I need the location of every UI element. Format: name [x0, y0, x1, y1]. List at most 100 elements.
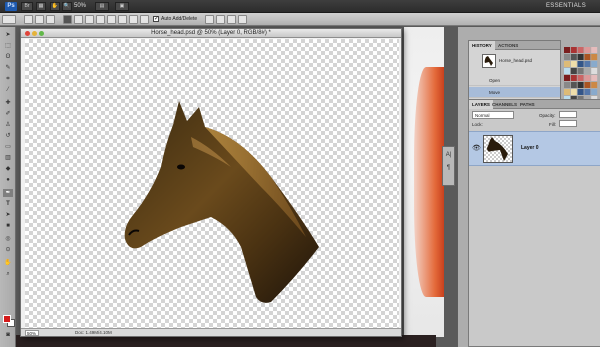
type-tool-icon[interactable]: T — [3, 200, 13, 208]
color-swatch[interactable] — [577, 68, 584, 74]
3d-rotate-tool-icon[interactable]: ◎ — [3, 235, 13, 243]
zoom-tool-icon[interactable]: ⌕ — [3, 270, 13, 278]
history-state-open[interactable]: Open — [469, 75, 560, 86]
view-extras-button[interactable]: ▦ — [36, 2, 46, 11]
shape-tool-icon[interactable]: ■ — [3, 222, 13, 230]
color-swatch[interactable] — [591, 54, 598, 60]
blend-mode-select[interactable]: Normal — [472, 111, 514, 119]
fill-pixels-button[interactable] — [46, 15, 55, 24]
color-swatch[interactable] — [591, 89, 598, 95]
color-swatch[interactable] — [570, 82, 577, 88]
3d-orbit-tool-icon[interactable]: ⊙ — [3, 246, 13, 254]
marquee-tool-icon[interactable]: ⬚ — [3, 42, 13, 50]
color-swatch[interactable] — [570, 54, 577, 60]
tab-actions[interactable]: ACTIONS — [495, 41, 521, 50]
color-swatch[interactable] — [564, 82, 570, 88]
tab-history[interactable]: HISTORY — [469, 41, 495, 50]
tab-channels[interactable]: CHANNELS — [489, 100, 520, 109]
hand-tool-icon[interactable]: ✋ — [3, 259, 13, 267]
color-swatch[interactable] — [564, 54, 570, 60]
eraser-tool-icon[interactable]: ▭ — [3, 143, 13, 151]
crop-tool-icon[interactable]: ⌗ — [3, 75, 13, 83]
path-selection-tool-icon[interactable]: ➤ — [3, 211, 13, 219]
color-swatch[interactable] — [564, 47, 570, 53]
quick-selection-tool-icon[interactable]: ✎ — [3, 64, 13, 72]
clone-stamp-tool-icon[interactable]: ♙ — [3, 121, 13, 129]
layer-visibility-eye-icon[interactable]: 👁 — [472, 144, 481, 152]
pen-tool-icon[interactable]: ✒ — [3, 189, 13, 197]
blur-tool-icon[interactable]: ◆ — [3, 165, 13, 173]
eyedropper-tool-icon[interactable]: ⁄ — [3, 86, 13, 94]
history-snapshot-thumbnail[interactable] — [482, 54, 496, 68]
color-swatch[interactable] — [570, 89, 577, 95]
color-swatch[interactable] — [570, 47, 577, 53]
color-swatch[interactable] — [584, 68, 591, 74]
line-shape-icon[interactable] — [129, 15, 138, 24]
color-swatch[interactable] — [570, 75, 577, 81]
screen-mode-button[interactable]: ▣ — [115, 2, 129, 11]
exclude-path-icon[interactable] — [238, 15, 247, 24]
color-swatch[interactable] — [591, 47, 598, 53]
tab-paths[interactable]: PATHS — [517, 100, 538, 109]
hand-tool-button[interactable]: ✋ — [50, 2, 60, 11]
color-swatch[interactable] — [591, 82, 598, 88]
foreground-color-swatch[interactable] — [3, 315, 11, 323]
subtract-from-path-icon[interactable] — [216, 15, 225, 24]
pen-icon[interactable] — [63, 15, 72, 24]
color-swatch[interactable] — [570, 68, 577, 74]
lasso-tool-icon[interactable]: ʘ — [3, 53, 13, 61]
workspace-switcher[interactable]: ESSENTIALS — [546, 2, 586, 11]
color-swatch[interactable] — [584, 75, 591, 81]
history-state-move[interactable]: Move — [469, 87, 560, 98]
quick-mask-icon[interactable]: ◙ — [3, 331, 13, 339]
paragraph-icon[interactable]: ¶ — [444, 164, 453, 173]
color-swatch[interactable] — [564, 89, 570, 95]
tool-preset-picker[interactable] — [2, 15, 16, 24]
color-swatch[interactable] — [564, 61, 570, 67]
layer-thumbnail[interactable] — [483, 135, 513, 163]
color-swatch[interactable] — [584, 82, 591, 88]
color-swatch[interactable] — [564, 75, 570, 81]
gradient-tool-icon[interactable]: ▥ — [3, 154, 13, 162]
history-brush-tool-icon[interactable]: ↺ — [3, 132, 13, 140]
document-title-bar[interactable]: Horse_head.psd @ 50% (Layer 0, RGB/8#) * — [21, 29, 401, 38]
zoom-level[interactable]: 50% — [74, 2, 86, 11]
ellipse-shape-icon[interactable] — [107, 15, 116, 24]
polygon-shape-icon[interactable] — [118, 15, 127, 24]
move-tool-icon[interactable]: ➤ — [3, 31, 13, 39]
layer-row[interactable]: 👁 Layer 0 — [469, 131, 600, 166]
arrange-documents-button[interactable]: ▤ — [95, 2, 109, 11]
canvas[interactable] — [25, 39, 399, 328]
character-icon[interactable]: A| — [444, 151, 453, 160]
rectangle-shape-icon[interactable] — [85, 15, 94, 24]
color-swatch[interactable] — [577, 61, 584, 67]
color-swatch[interactable] — [577, 89, 584, 95]
color-swatch[interactable] — [591, 68, 598, 74]
document-size-info[interactable]: Doc: 1.49M/4.10M — [75, 330, 112, 336]
fill-input[interactable] — [559, 120, 577, 127]
status-zoom-field[interactable]: 50% — [25, 330, 39, 336]
color-swatch[interactable] — [570, 61, 577, 67]
rounded-rectangle-icon[interactable] — [96, 15, 105, 24]
freeform-pen-icon[interactable] — [74, 15, 83, 24]
brush-tool-icon[interactable]: ✐ — [3, 110, 13, 118]
color-swatch[interactable] — [564, 68, 570, 74]
zoom-tool-button[interactable]: 🔍 — [62, 2, 72, 11]
paths-button[interactable] — [35, 15, 44, 24]
shape-layers-button[interactable] — [24, 15, 33, 24]
auto-add-delete-checkbox[interactable]: ✓ — [153, 16, 159, 22]
color-swatch[interactable] — [577, 54, 584, 60]
healing-brush-tool-icon[interactable]: ✚ — [3, 99, 13, 107]
color-swatch[interactable] — [577, 75, 584, 81]
color-swatch[interactable] — [577, 82, 584, 88]
color-swatch[interactable] — [584, 54, 591, 60]
intersect-path-icon[interactable] — [227, 15, 236, 24]
bridge-button[interactable]: Br — [21, 2, 33, 11]
color-swatch[interactable] — [591, 75, 598, 81]
add-to-path-icon[interactable] — [205, 15, 214, 24]
color-swatch[interactable] — [584, 47, 591, 53]
color-swatch[interactable] — [584, 89, 591, 95]
color-swatch[interactable] — [591, 61, 598, 67]
color-swatch[interactable] — [584, 61, 591, 67]
dodge-tool-icon[interactable]: ● — [3, 176, 13, 184]
